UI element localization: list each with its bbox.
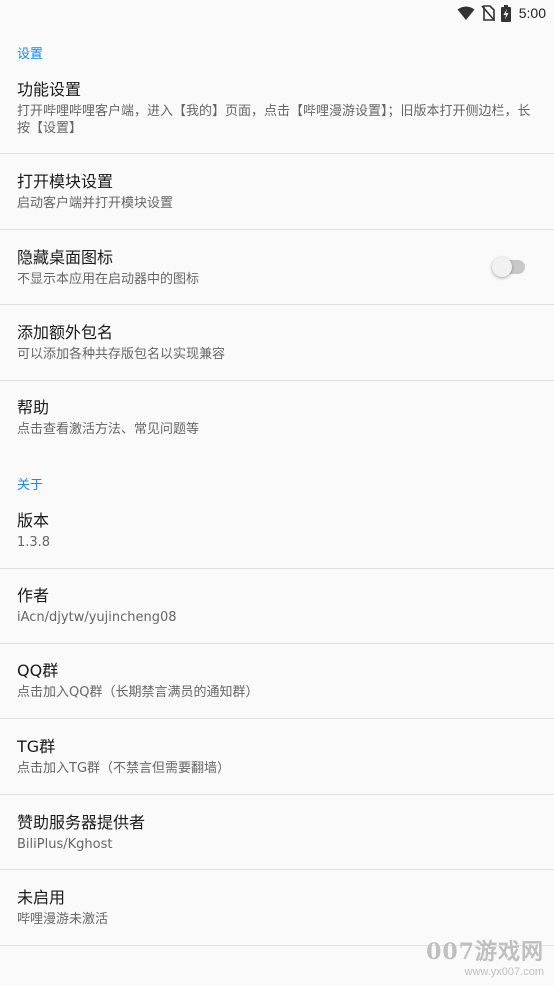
no-sim-icon (481, 5, 495, 21)
pref-summary: 可以添加各种共存版包名以实现兼容 (17, 347, 226, 362)
pref-add-extra-package[interactable]: 添加额外包名 可以添加各种共存版包名以实现兼容 (0, 322, 554, 363)
pref-open-module-settings[interactable]: 打开模块设置 启动客户端并打开模块设置 (0, 171, 554, 212)
hide-icon-toggle[interactable] (492, 257, 525, 277)
pref-help[interactable]: 帮助 点击查看激活方法、常见问题等 (0, 397, 554, 438)
pref-summary: 启动客户端并打开模块设置 (17, 196, 174, 211)
pref-tg-group[interactable]: TG群 点击加入TG群（不禁言但需要翻墙） (0, 736, 554, 777)
pref-sponsor[interactable]: 赞助服务器提供者 BiliPlus/Kghost (0, 812, 554, 853)
divider (0, 568, 554, 569)
section-header-settings: 设置 (17, 47, 44, 62)
watermark-text: 007游戏网 (426, 939, 544, 965)
divider (0, 643, 554, 644)
pref-summary: 不显示本应用在启动器中的图标 (17, 272, 200, 287)
pref-activation-status[interactable]: 未启用 哔哩漫游未激活 (0, 887, 554, 928)
divider (0, 718, 554, 719)
status-time: 5:00 (518, 5, 546, 21)
pref-hide-launcher-icon[interactable]: 隐藏桌面图标 不显示本应用在启动器中的图标 (0, 247, 554, 288)
divider (0, 869, 554, 870)
battery-charging-icon (500, 4, 511, 22)
pref-feature-settings[interactable]: 功能设置 打开哔哩哔哩客户端，进入【我的】页面，点击【哔哩漫游设置】；旧版本打开… (0, 79, 554, 137)
status-bar: 5:00 (0, 0, 554, 26)
pref-summary: iAcn/djytw/yujincheng08 (17, 610, 177, 625)
pref-version[interactable]: 版本 1.3.8 (0, 510, 554, 551)
pref-title: 帮助 (17, 398, 50, 417)
divider (0, 304, 554, 305)
pref-title: 打开模块设置 (17, 172, 114, 191)
divider (0, 794, 554, 795)
pref-summary: 点击加入QQ群（长期禁言满员的通知群） (17, 685, 259, 700)
pref-summary: 点击加入TG群（不禁言但需要翻墙） (17, 761, 231, 776)
wifi-icon (457, 6, 475, 21)
watermark-url: www.yx007.com (464, 966, 544, 978)
app-screen: 5:00 设置 功能设置 打开哔哩哔哩客户端，进入【我的】页面，点击【哔哩漫游设… (0, 0, 554, 986)
divider (0, 153, 554, 154)
pref-title: 未启用 (17, 888, 66, 907)
section-header-about: 关于 (17, 478, 44, 493)
watermark-logo: 007游戏网 www.yx007.com (426, 934, 544, 978)
pref-summary: 打开哔哩哔哩客户端，进入【我的】页面，点击【哔哩漫游设置】；旧版本打开侧边栏，长… (17, 104, 531, 136)
pref-title: 赞助服务器提供者 (17, 813, 146, 832)
pref-title: 添加额外包名 (17, 323, 114, 342)
pref-summary: 1.3.8 (17, 535, 51, 550)
pref-summary: BiliPlus/Kghost (17, 837, 113, 852)
pref-title: QQ群 (17, 661, 59, 680)
toggle-thumb (492, 257, 512, 277)
pref-title: 版本 (17, 511, 50, 530)
pref-title: 隐藏桌面图标 (17, 248, 114, 267)
pref-qq-group[interactable]: QQ群 点击加入QQ群（长期禁言满员的通知群） (0, 660, 554, 701)
pref-title: 作者 (17, 586, 50, 605)
pref-summary: 点击查看激活方法、常见问题等 (17, 422, 200, 437)
pref-summary: 哔哩漫游未激活 (17, 912, 109, 927)
pref-title: 功能设置 (17, 80, 82, 99)
divider (0, 380, 554, 381)
divider (0, 229, 554, 230)
pref-author[interactable]: 作者 iAcn/djytw/yujincheng08 (0, 585, 554, 626)
pref-title: TG群 (17, 737, 56, 756)
